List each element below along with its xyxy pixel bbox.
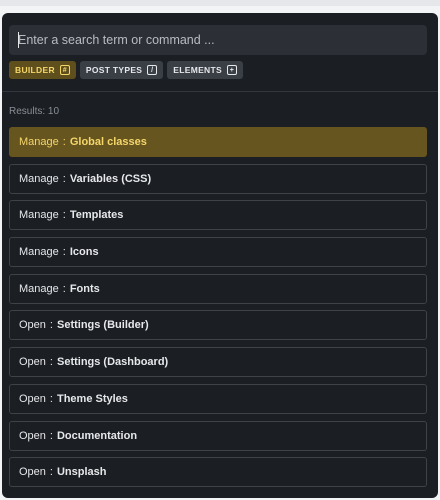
filter-elements[interactable]: ELEMENTS + — [167, 61, 243, 79]
result-target: Theme Styles — [56, 392, 128, 405]
result-separator: : — [49, 392, 53, 405]
result-item[interactable]: Manage : Icons — [9, 237, 427, 268]
result-separator: : — [49, 319, 53, 332]
result-command: Open — [19, 356, 46, 369]
result-item[interactable]: Open : Settings (Dashboard) — [9, 347, 427, 378]
result-target: Templates — [69, 209, 124, 222]
result-target: Fonts — [69, 282, 100, 295]
result-separator: : — [49, 429, 53, 442]
result-item[interactable]: Open : Theme Styles — [9, 383, 427, 414]
top-bar — [0, 0, 440, 6]
plus-key-icon: + — [226, 65, 237, 75]
result-target: Icons — [69, 246, 99, 259]
result-separator: : — [49, 356, 53, 369]
result-command: Open — [19, 392, 46, 405]
result-item[interactable]: Manage : Variables (CSS) — [9, 163, 427, 194]
result-command: Manage — [19, 246, 59, 259]
result-target: Settings (Builder) — [56, 319, 149, 332]
result-command: Manage — [19, 172, 59, 185]
results-list: Manage : Global classes Manage : Variabl… — [9, 127, 427, 494]
search-box[interactable] — [9, 25, 427, 55]
result-separator: : — [62, 246, 66, 259]
result-target: Global classes — [69, 136, 147, 148]
result-item[interactable]: Manage : Templates — [9, 200, 427, 231]
result-command: Open — [19, 429, 46, 442]
command-palette: BUILDER # POST TYPES / ELEMENTS + Result… — [2, 13, 438, 498]
result-item[interactable]: Open : Unsplash — [9, 457, 427, 488]
result-target: Settings (Dashboard) — [56, 356, 169, 369]
results-count: Results: 10 — [9, 106, 60, 117]
result-item[interactable]: Manage : Global classes — [9, 127, 427, 157]
filter-tags: BUILDER # POST TYPES / ELEMENTS + — [9, 61, 243, 79]
result-target: Documentation — [56, 429, 138, 442]
filter-label: BUILDER — [15, 65, 55, 75]
result-item[interactable]: Open : Settings (Builder) — [9, 310, 427, 341]
slash-key-icon: / — [147, 65, 158, 75]
search-input[interactable] — [9, 25, 427, 55]
result-command: Open — [19, 466, 46, 479]
result-command: Manage — [19, 209, 59, 222]
hash-key-icon: # — [59, 65, 70, 75]
filter-builder[interactable]: BUILDER # — [9, 61, 76, 79]
result-separator: : — [49, 466, 53, 479]
result-command: Manage — [19, 136, 59, 148]
result-separator: : — [62, 209, 66, 222]
result-item[interactable]: Open : Documentation — [9, 420, 427, 451]
result-separator: : — [62, 136, 66, 148]
result-target: Variables (CSS) — [69, 172, 152, 185]
text-caret — [18, 32, 19, 48]
filter-label: POST TYPES — [85, 65, 143, 75]
result-separator: : — [62, 172, 66, 185]
filter-post-types[interactable]: POST TYPES / — [79, 61, 164, 79]
result-separator: : — [62, 282, 66, 295]
result-item[interactable]: Manage : Fonts — [9, 273, 427, 304]
divider — [2, 91, 438, 92]
result-target: Unsplash — [56, 466, 107, 479]
filter-label: ELEMENTS — [173, 65, 222, 75]
result-command: Open — [19, 319, 46, 332]
result-command: Manage — [19, 282, 59, 295]
